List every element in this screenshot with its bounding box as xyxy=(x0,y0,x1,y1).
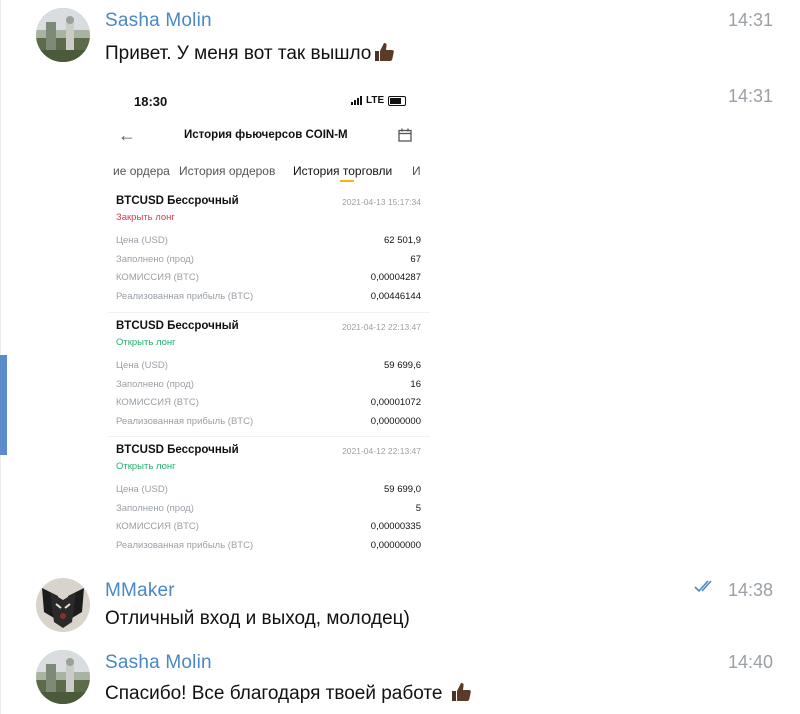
trade-row: КОМИССИЯ (BTC) 0,00000335 xyxy=(116,521,421,535)
message-time: 14:40 xyxy=(727,652,773,672)
row-label: Заполнено (прод) xyxy=(116,379,194,390)
tab-open-orders: ие ордера xyxy=(113,164,170,178)
row-value: 67 xyxy=(410,254,421,265)
trade-symbol: BTCUSD Бессрочный xyxy=(116,320,239,332)
screenshot-title: История фьючерсов COIN-M xyxy=(184,129,348,141)
trade-row: Цена (USD) 62 501,9 xyxy=(116,235,421,249)
trade-divider xyxy=(108,436,430,437)
tab-order-history: История ордеров xyxy=(179,164,276,178)
battery-icon xyxy=(388,95,407,106)
trade-datetime: 2021-04-13 15:17:34 xyxy=(342,197,421,207)
message-text: Привет. У меня вот так вышло xyxy=(105,42,395,68)
status-bar-time: 18:30 xyxy=(134,94,168,109)
trade-symbol: BTCUSD Бессрочный xyxy=(116,195,239,207)
sender-name[interactable]: Sasha Molin xyxy=(105,10,212,32)
trade-side: Открыть лонг xyxy=(116,337,176,348)
row-value: 0,00004287 xyxy=(370,272,421,283)
row-label: Цена (USD) xyxy=(116,484,168,495)
trade-history-screenshot[interactable]: 18:30 LTE ← История фьючерсов COIN-M ие … xyxy=(108,87,430,561)
message-time: 14:31 xyxy=(727,86,773,106)
row-value: 62 501,9 xyxy=(384,235,421,246)
avatar-sasha-molin[interactable] xyxy=(36,650,90,704)
row-label: Реализованная прибыль (BTC) xyxy=(116,416,254,427)
row-label: Реализованная прибыль (BTC) xyxy=(116,540,254,551)
tab-more: И xyxy=(412,164,421,178)
message-text: Спасибо! Все благодаря твоей работе xyxy=(105,682,472,708)
status-bar-indicators: LTE xyxy=(351,95,407,106)
screenshot-nav-bar: ← История фьючерсов COIN-M xyxy=(108,125,430,147)
row-label: КОМИССИЯ (BTC) xyxy=(116,521,199,532)
read-double-check-icon xyxy=(694,578,718,599)
row-label: Заполнено (прод) xyxy=(116,503,194,514)
back-arrow-icon: ← xyxy=(118,125,136,145)
trade-row: Заполнено (прод) 16 xyxy=(116,379,421,393)
active-tab-underline xyxy=(340,180,354,182)
trade-row: КОМИССИЯ (BTC) 0,00001072 xyxy=(116,397,421,411)
message-text-content: Спасибо! Все благодаря твоей работе xyxy=(105,683,443,704)
trade-datetime: 2021-04-12 22:13:47 xyxy=(342,446,421,456)
scroll-indicator[interactable] xyxy=(0,355,7,455)
row-value: 59 699,0 xyxy=(384,484,421,495)
tab-trade-history: История торговли xyxy=(293,164,393,178)
trade-row: Цена (USD) 59 699,6 xyxy=(116,360,421,374)
trade-datetime: 2021-04-12 22:13:47 xyxy=(342,322,421,332)
thumbs-up-icon xyxy=(450,682,472,708)
row-value: 0,00001072 xyxy=(370,397,421,408)
row-value: 0,00000000 xyxy=(370,416,421,427)
screenshot-tabs: ие ордера История ордеров История торгов… xyxy=(108,164,430,184)
row-value: 0,00000000 xyxy=(370,540,421,551)
row-value: 16 xyxy=(410,379,421,390)
row-label: Заполнено (прод) xyxy=(116,254,194,265)
message-time: 14:31 xyxy=(727,10,773,30)
row-label: КОМИССИЯ (BTC) xyxy=(116,272,199,283)
row-label: Цена (USD) xyxy=(116,360,168,371)
row-label: Цена (USD) xyxy=(116,235,168,246)
trade-row: Заполнено (прод) 5 xyxy=(116,503,421,517)
trade-row: Цена (USD) 59 699,0 xyxy=(116,484,421,498)
row-value: 5 xyxy=(415,503,421,514)
trade-row: КОМИССИЯ (BTC) 0,00004287 xyxy=(116,272,421,286)
trade-row: Реализованная прибыль (BTC) 0,00446144 xyxy=(116,291,421,305)
row-value: 0,00446144 xyxy=(370,291,421,302)
row-label: Реализованная прибыль (BTC) xyxy=(116,291,254,302)
trade-side: Открыть лонг xyxy=(116,461,176,472)
sender-name[interactable]: Sasha Molin xyxy=(105,652,212,674)
trade-side: Закрыть лонг xyxy=(116,212,175,223)
avatar-mmaker[interactable] xyxy=(36,578,90,632)
calendar-icon xyxy=(398,128,412,147)
trade-symbol: BTCUSD Бессрочный xyxy=(116,444,239,456)
avatar-sasha-molin[interactable] xyxy=(36,8,90,62)
message-time: 14:38 xyxy=(727,580,773,600)
trade-row: Реализованная прибыль (BTC) 0,00000000 xyxy=(116,416,421,430)
trade-row: Реализованная прибыль (BTC) 0,00000000 xyxy=(116,540,421,554)
thumbs-up-icon xyxy=(373,42,395,68)
message-text-content: Привет. У меня вот так вышло xyxy=(105,43,372,64)
row-value: 59 699,6 xyxy=(384,360,421,371)
trade-row: Заполнено (прод) 67 xyxy=(116,254,421,268)
trade-divider xyxy=(108,312,430,313)
row-value: 0,00000335 xyxy=(370,521,421,532)
row-label: КОМИССИЯ (BTC) xyxy=(116,397,199,408)
message-text: Отличный вход и выход, молодец) xyxy=(105,608,410,629)
sender-name[interactable]: MMaker xyxy=(105,580,175,602)
carrier-label: LTE xyxy=(366,95,385,106)
signal-icon xyxy=(351,96,362,105)
